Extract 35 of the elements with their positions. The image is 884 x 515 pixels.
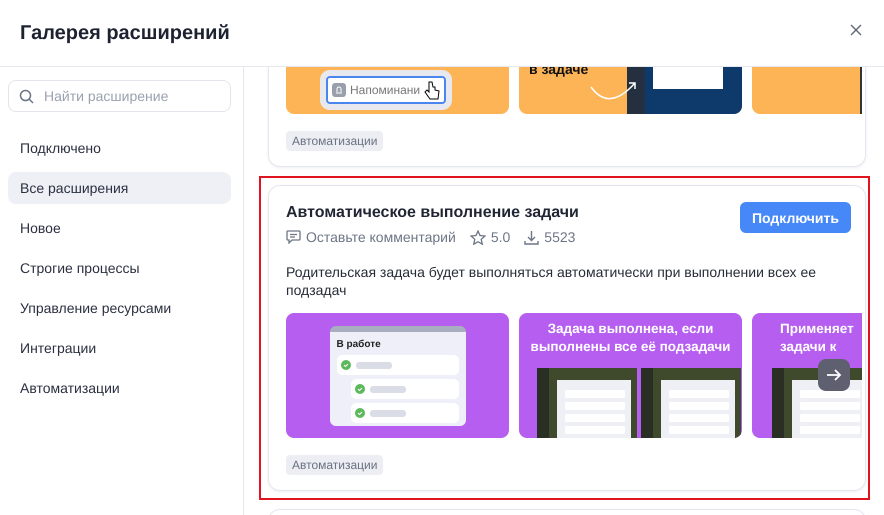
sidebar-item[interactable]: Автоматизации [8, 372, 231, 404]
check-icon [340, 360, 350, 370]
placeholder-bar [356, 362, 392, 368]
download-icon [524, 230, 540, 244]
downloads-text: 5523 [544, 229, 576, 245]
comment-icon [286, 230, 301, 244]
search-icon [19, 89, 34, 104]
dialog-title: Галерея расширений [20, 22, 230, 44]
sidebar-item[interactable]: Новое [8, 212, 231, 244]
arrow-right-icon [826, 368, 842, 382]
next-slide-button[interactable] [818, 359, 850, 391]
slide-text: В работе [336, 339, 382, 350]
star-icon [470, 230, 486, 244]
placeholder-bar [370, 410, 406, 416]
sidebar-item[interactable]: Управление ресурсами [8, 292, 231, 324]
comment-link[interactable]: Оставьте комментарий [306, 229, 456, 245]
placeholder-bar [370, 386, 406, 392]
sidebar-item[interactable]: Строгие процессы [8, 252, 231, 284]
bell-icon [332, 83, 346, 97]
hand-cursor-icon [424, 80, 440, 100]
slide-text: Задача выполнена, если выполнены все её подзадачи [530, 320, 730, 356]
sidebar-item[interactable]: Все расширения [8, 172, 231, 204]
check-icon [354, 384, 364, 394]
rating-text: 5.0 [490, 229, 510, 245]
check-icon [354, 408, 364, 418]
sidebar-item[interactable]: Интеграции [8, 332, 231, 364]
extension-title: Автоматическое выполнение задачи [286, 204, 579, 222]
sidebar-item[interactable]: Подключено [8, 132, 231, 164]
extension-description: Родительская задача будет выполняться автоматически при выполнении всех ее подзадач [286, 263, 818, 299]
category-tag: Автоматизации [286, 131, 384, 151]
close-icon [850, 24, 862, 36]
category-tag: Автоматизации [286, 455, 384, 475]
search-field[interactable]: Найти расширение [8, 80, 231, 112]
slide-text: Напоминани [350, 83, 420, 97]
slide-text: Применяет задачи к [779, 320, 854, 356]
